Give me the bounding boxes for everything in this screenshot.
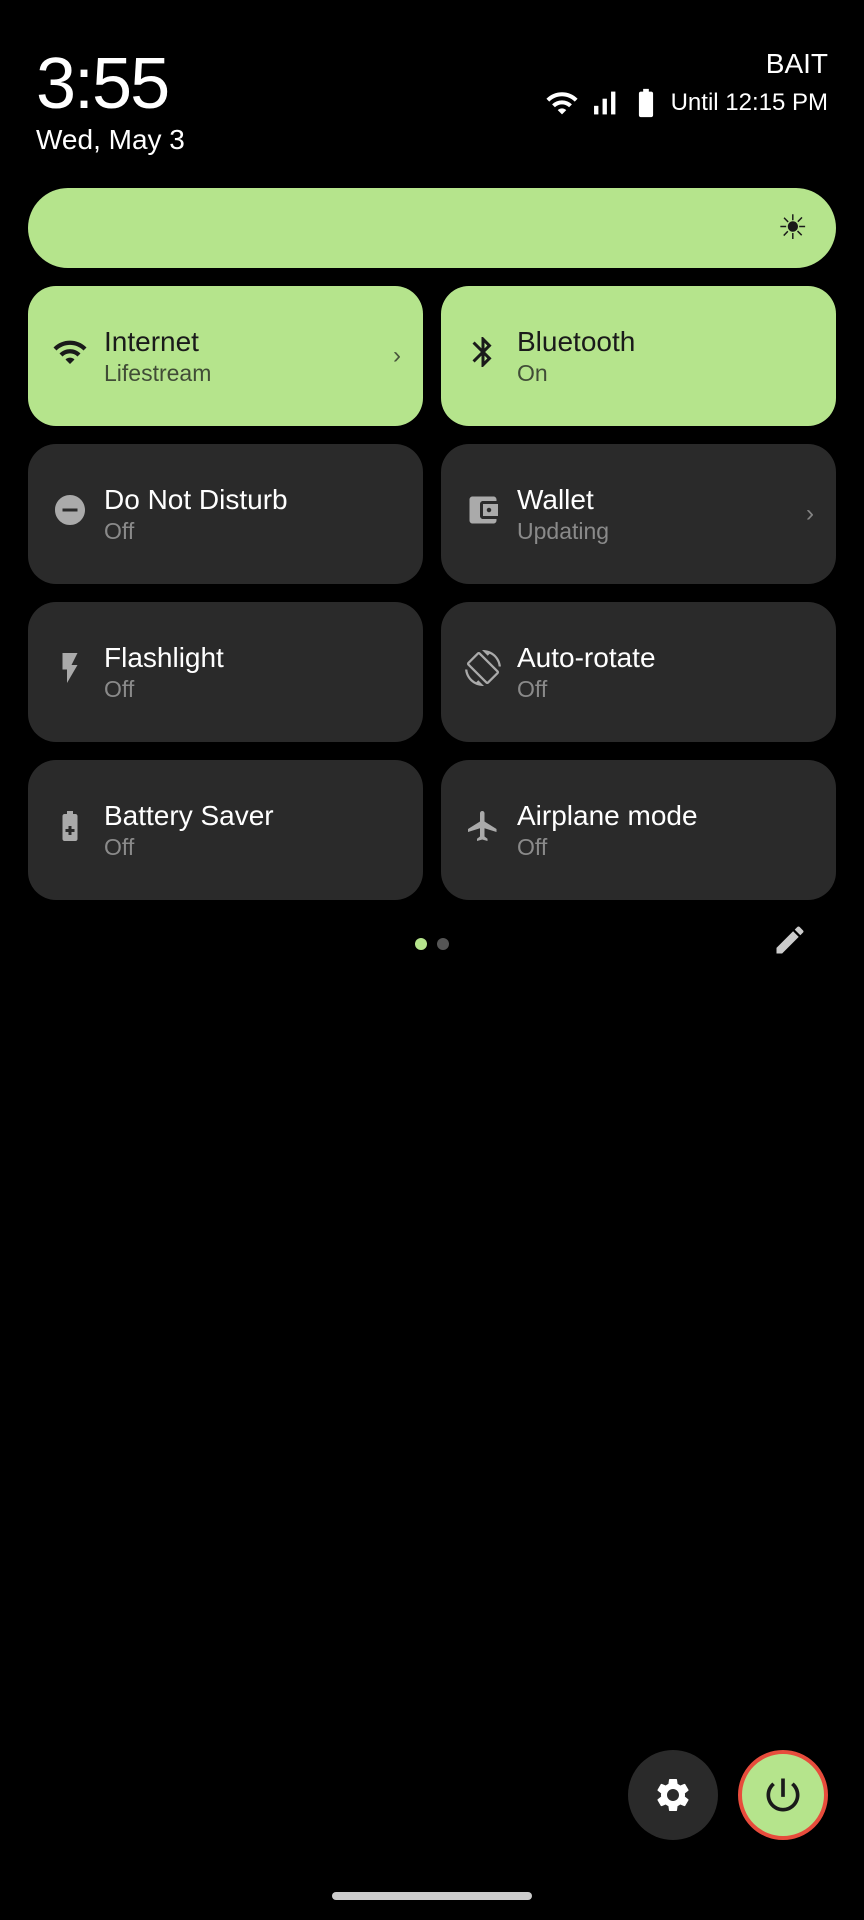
battery-saver-tile-header: Battery Saver Off (52, 799, 399, 862)
battery-saver-sublabel: Off (104, 834, 399, 861)
dot-1 (415, 938, 427, 950)
internet-tile[interactable]: Internet Lifestream › (28, 286, 423, 426)
internet-label: Internet (104, 325, 399, 359)
brightness-icon: ☀ (778, 208, 808, 248)
clock: 3:55 (36, 48, 185, 120)
edit-button[interactable] (772, 922, 808, 966)
battery-saver-tile[interactable]: Battery Saver Off (28, 760, 423, 900)
wallet-tile-header: Wallet Updating (465, 483, 812, 546)
auto-rotate-icon (465, 650, 501, 695)
wallet-arrow: › (806, 500, 814, 528)
page-dots (415, 938, 449, 950)
tile-row-4: Battery Saver Off Airplane mode Off (28, 760, 836, 900)
auto-rotate-tile-text: Auto-rotate Off (517, 641, 812, 704)
bluetooth-label: Bluetooth (517, 325, 812, 359)
carrier: BAIT (766, 48, 828, 80)
airplane-mode-tile[interactable]: Airplane mode Off (441, 760, 836, 900)
wallet-tile[interactable]: Wallet Updating › (441, 444, 836, 584)
flashlight-sublabel: Off (104, 676, 399, 703)
auto-rotate-tile[interactable]: Auto-rotate Off (441, 602, 836, 742)
qs-footer (28, 918, 836, 970)
bluetooth-icon (465, 334, 501, 379)
status-icons: Until 12:15 PM (545, 86, 828, 120)
airplane-mode-tile-text: Airplane mode Off (517, 799, 812, 862)
dnd-icon (52, 492, 88, 537)
battery-icon (629, 86, 663, 120)
bluetooth-sublabel: On (517, 360, 812, 387)
airplane-tile-header: Airplane mode Off (465, 799, 812, 862)
internet-tile-text: Internet Lifestream (104, 325, 399, 388)
bluetooth-tile-text: Bluetooth On (517, 325, 812, 388)
do-not-disturb-tile[interactable]: Do Not Disturb Off (28, 444, 423, 584)
wallet-label: Wallet (517, 483, 812, 517)
battery-saver-icon (52, 808, 88, 853)
auto-rotate-label: Auto-rotate (517, 641, 812, 675)
flashlight-label: Flashlight (104, 641, 399, 675)
airplane-icon (465, 808, 501, 853)
nav-bar (332, 1892, 532, 1900)
tile-row-1: Internet Lifestream › Bluetooth On (28, 286, 836, 426)
quick-settings-panel: ☀ Internet Lifestream › (0, 172, 864, 970)
flashlight-tile-header: Flashlight Off (52, 641, 399, 704)
airplane-label: Airplane mode (517, 799, 812, 833)
flashlight-tile[interactable]: Flashlight Off (28, 602, 423, 742)
tile-row-3: Flashlight Off Auto-rotate Off (28, 602, 836, 742)
internet-arrow: › (393, 342, 401, 370)
power-button[interactable] (738, 1750, 828, 1840)
bluetooth-tile[interactable]: Bluetooth On (441, 286, 836, 426)
dot-2 (437, 938, 449, 950)
bluetooth-tile-header: Bluetooth On (465, 325, 812, 388)
bottom-bar (628, 1750, 828, 1840)
brightness-bar[interactable]: ☀ (28, 188, 836, 268)
wifi-tile-icon (52, 334, 88, 379)
internet-sublabel: Lifestream (104, 360, 399, 387)
date: Wed, May 3 (36, 124, 185, 156)
settings-button[interactable] (628, 1750, 718, 1840)
flashlight-icon (52, 650, 88, 695)
auto-rotate-sublabel: Off (517, 676, 812, 703)
wifi-icon (545, 86, 579, 120)
signal-icon (587, 86, 621, 120)
wallet-sublabel: Updating (517, 518, 812, 545)
tile-row-2: Do Not Disturb Off Wallet Updating › (28, 444, 836, 584)
wallet-tile-text: Wallet Updating (517, 483, 812, 546)
internet-tile-header: Internet Lifestream (52, 325, 399, 388)
battery-saver-label: Battery Saver (104, 799, 399, 833)
dnd-sublabel: Off (104, 518, 399, 545)
dnd-tile-header: Do Not Disturb Off (52, 483, 399, 546)
airplane-sublabel: Off (517, 834, 812, 861)
status-bar: 3:55 Wed, May 3 BAIT (0, 0, 864, 172)
dnd-label: Do Not Disturb (104, 483, 399, 517)
auto-rotate-tile-header: Auto-rotate Off (465, 641, 812, 704)
flashlight-tile-text: Flashlight Off (104, 641, 399, 704)
battery-saver-tile-text: Battery Saver Off (104, 799, 399, 862)
dnd-tile-text: Do Not Disturb Off (104, 483, 399, 546)
until-text: Until 12:15 PM (671, 89, 828, 117)
wallet-icon (465, 492, 501, 537)
status-right: BAIT Until 12:15 PM (545, 48, 828, 120)
status-left: 3:55 Wed, May 3 (36, 48, 185, 156)
